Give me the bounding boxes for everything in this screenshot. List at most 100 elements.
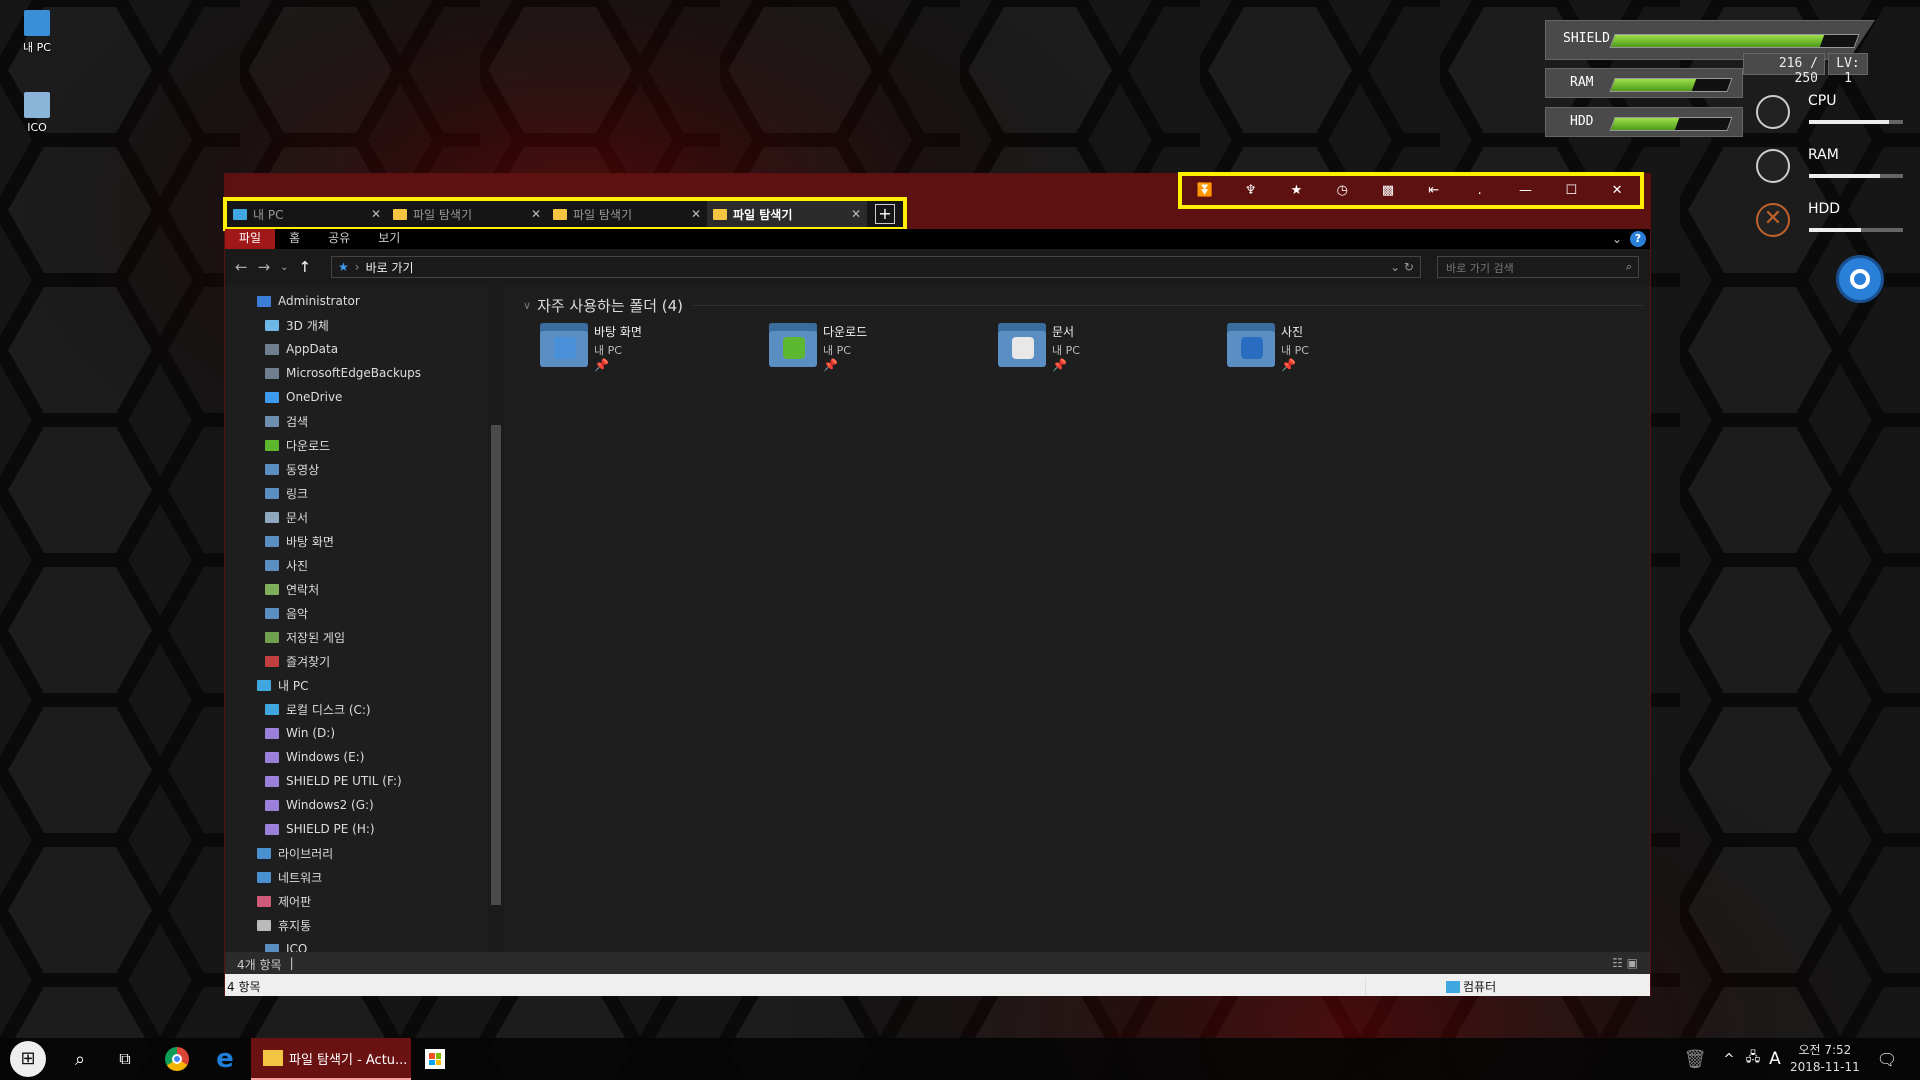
network-icon[interactable]: 🖧	[1742, 1038, 1764, 1080]
view-toggle-icons[interactable]: ☷ ▣	[1612, 956, 1638, 970]
search-input[interactable]: 바로 가기 검색 ⌕	[1437, 256, 1639, 278]
maximize-button[interactable]: ☐	[1556, 183, 1586, 198]
nav-item[interactable]: 제어판	[257, 890, 311, 912]
pin-icon: 📌	[594, 358, 609, 372]
taskbar-file-explorer[interactable]: 파일 탐색기 - Actu...	[251, 1038, 411, 1080]
nav-item[interactable]: 다운로드	[265, 434, 330, 456]
nav-item[interactable]: SHIELD PE UTIL (F:)	[265, 770, 402, 792]
transparency-icon[interactable]: ▩	[1373, 183, 1403, 198]
folder-icon	[257, 919, 271, 931]
nav-item[interactable]: 라이브러리	[257, 842, 333, 864]
nav-item[interactable]: 사진	[265, 554, 308, 576]
close-tab-icon[interactable]: ✕	[531, 207, 541, 221]
pc-icon	[24, 10, 50, 36]
store-icon[interactable]	[415, 1038, 455, 1080]
folder-icon	[265, 415, 279, 427]
task-view-icon[interactable]: ⧉	[105, 1038, 145, 1080]
close-tab-icon[interactable]: ✕	[371, 207, 381, 221]
tab-file-explorer[interactable]: 파일 탐색기 ✕	[387, 201, 547, 227]
nav-item[interactable]: Win (D:)	[265, 722, 335, 744]
start-button[interactable]: ⊞	[8, 1038, 48, 1080]
new-tab-button[interactable]: +	[875, 204, 895, 224]
recent-locations-icon[interactable]: ⌄	[280, 262, 288, 273]
expand-ribbon-icon[interactable]: ⌄	[1612, 232, 1622, 246]
ribbon-tab-share[interactable]: 공유	[314, 229, 364, 249]
folder-icon	[265, 775, 279, 787]
nav-item[interactable]: 내 PC	[257, 674, 308, 696]
nav-item[interactable]: ICO	[265, 938, 307, 952]
nav-item[interactable]: 3D 개체	[265, 314, 329, 336]
ribbon-tab-view[interactable]: 보기	[364, 229, 414, 249]
tools-icon[interactable]: ♆	[1236, 183, 1266, 198]
nav-item[interactable]: Windows (E:)	[265, 746, 364, 768]
nav-item[interactable]: Windows2 (G:)	[265, 794, 374, 816]
refresh-icon[interactable]: ⌄ ↻	[1390, 260, 1414, 274]
back-button[interactable]: ←	[235, 258, 248, 276]
folder-tile[interactable]: 사진 내 PC 📌	[1227, 323, 1447, 379]
dot-icon[interactable]: .	[1465, 183, 1495, 198]
chevron-down-icon: ∨	[523, 299, 532, 312]
pin-icon[interactable]: ⇤	[1419, 183, 1449, 198]
hud-launcher-button[interactable]	[1836, 255, 1884, 303]
address-bar[interactable]: ★ › 바로 가기 ⌄ ↻	[331, 256, 1421, 278]
ribbon-tab-home[interactable]: 홈	[275, 229, 314, 249]
nav-item[interactable]: 저장된 게임	[265, 626, 345, 648]
nav-item[interactable]: 로컬 디스크 (C:)	[265, 698, 371, 720]
close-tab-icon[interactable]: ✕	[691, 207, 701, 221]
nav-item[interactable]: 네트워크	[257, 866, 322, 888]
search-icon[interactable]: ⌕	[60, 1038, 100, 1080]
nav-item[interactable]: SHIELD PE (H:)	[265, 818, 375, 840]
minimize-button[interactable]: —	[1510, 183, 1540, 198]
close-button[interactable]: ✕	[1602, 183, 1632, 198]
nav-item[interactable]: 바탕 화면	[265, 530, 334, 552]
nav-item[interactable]: 즐겨찾기	[265, 650, 330, 672]
desktop-icon-my-pc[interactable]: 내 PC	[2, 10, 72, 55]
desktop-icon-ico[interactable]: ICO	[2, 92, 72, 134]
ime-indicator[interactable]: A	[1764, 1038, 1786, 1080]
nav-item[interactable]: MicrosoftEdgeBackups	[265, 362, 421, 384]
help-icon[interactable]: ?	[1630, 231, 1646, 247]
navigation-scrollbar[interactable]	[488, 285, 504, 952]
pin-icon: 📌	[1052, 358, 1067, 372]
folder-tile[interactable]: 다운로드 내 PC 📌	[769, 323, 989, 379]
folder-icon	[265, 367, 279, 379]
forward-button[interactable]: →	[258, 258, 271, 276]
tab-file-explorer[interactable]: 파일 탐색기 ✕	[547, 201, 707, 227]
hud-shield-value: 216 / 250	[1743, 53, 1825, 86]
folder-icon	[265, 751, 279, 763]
show-hidden-icons[interactable]: ^	[1718, 1038, 1740, 1080]
hud-ram-label: RAM	[1570, 75, 1594, 90]
clock[interactable]: 오전 7:52 2018-11-11	[1790, 1042, 1860, 1076]
nav-item[interactable]: 휴지통	[257, 914, 311, 936]
notification-icon[interactable]: 🗨	[1870, 1038, 1904, 1080]
ribbon-tab-file[interactable]: 파일	[225, 229, 276, 249]
nav-item[interactable]: OneDrive	[265, 386, 342, 408]
frequent-folders-header[interactable]: ∨ 자주 사용하는 폴더 (4)	[523, 295, 1643, 316]
close-tab-icon[interactable]: ✕	[851, 207, 861, 221]
nav-item[interactable]: Administrator	[257, 290, 360, 312]
folder-icon	[265, 631, 279, 643]
edge-icon[interactable]: e	[205, 1038, 245, 1080]
nav-item[interactable]: AppData	[265, 338, 338, 360]
nav-item[interactable]: 검색	[265, 410, 308, 432]
tab-my-pc[interactable]: 내 PC ✕	[227, 201, 387, 227]
favorite-star-icon[interactable]: ★	[1281, 183, 1311, 198]
recycle-bin-icon[interactable]: 🗑	[1680, 1038, 1710, 1080]
folder-icon	[265, 535, 279, 547]
folder-icon	[257, 871, 271, 883]
nav-item[interactable]: 문서	[265, 506, 308, 528]
recent-icon[interactable]: ◷	[1327, 183, 1357, 198]
folder-icon	[769, 323, 817, 367]
nav-item[interactable]: 동영상	[265, 458, 319, 480]
nav-item[interactable]: 링크	[265, 482, 308, 504]
nav-item[interactable]: 연락처	[265, 578, 319, 600]
tab-file-explorer-active[interactable]: 파일 탐색기 ✕	[707, 201, 867, 227]
folder-icon	[265, 727, 279, 739]
folder-tile[interactable]: 문서 내 PC 📌	[998, 323, 1218, 379]
chrome-icon[interactable]	[157, 1038, 197, 1080]
up-button[interactable]: ↑	[299, 258, 312, 276]
nav-item[interactable]: 음악	[265, 602, 308, 624]
scrollbar-thumb[interactable]	[491, 425, 501, 905]
collapse-icon[interactable]: ⏬	[1190, 183, 1220, 198]
folder-tile[interactable]: 바탕 화면 내 PC 📌	[540, 323, 760, 379]
